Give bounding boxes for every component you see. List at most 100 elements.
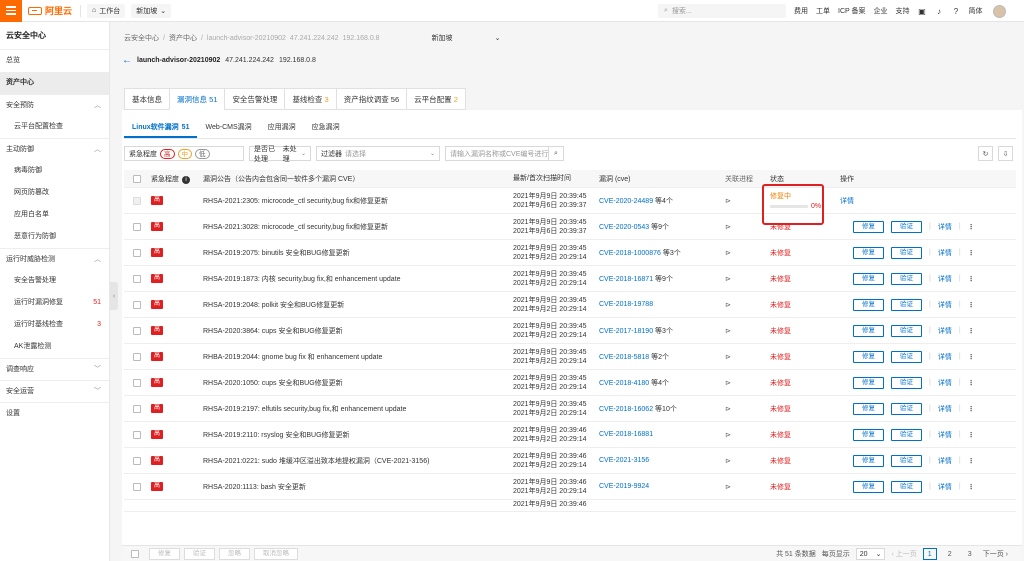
download-icon[interactable]: ⇩ bbox=[998, 146, 1013, 161]
verify-button[interactable]: 验证 bbox=[891, 428, 922, 441]
row-checkbox[interactable] bbox=[132, 300, 141, 309]
details-link[interactable]: 详情 bbox=[938, 482, 952, 492]
more-icon[interactable]: ⋮ bbox=[968, 249, 975, 257]
process-icon[interactable]: ⊳ bbox=[725, 224, 731, 231]
details-link[interactable]: 详情 bbox=[938, 456, 952, 466]
sidebar-group-investigation[interactable]: 调查响应 ﹀ bbox=[0, 358, 109, 380]
subtab-emergency[interactable]: 应急漏洞 bbox=[304, 120, 348, 138]
verify-button[interactable]: 验证 bbox=[891, 376, 922, 389]
global-search-input[interactable]: ⌕ 搜索... bbox=[658, 4, 786, 18]
handled-filter[interactable]: 是否已处理 未处理 ⌄ bbox=[249, 146, 311, 163]
verify-button[interactable]: 验证 bbox=[891, 298, 922, 311]
link-support[interactable]: 支持 bbox=[896, 6, 910, 16]
row-checkbox[interactable] bbox=[132, 222, 141, 231]
avatar[interactable] bbox=[992, 4, 1006, 18]
row-checkbox[interactable] bbox=[132, 378, 141, 387]
process-icon[interactable]: ⊳ bbox=[725, 276, 731, 283]
vuln-search-input[interactable]: 请输入漏洞名称或CVE编号进行搜索 ⌕ bbox=[445, 146, 564, 161]
fix-button[interactable]: 修复 bbox=[853, 428, 884, 441]
verify-button[interactable]: 验证 bbox=[891, 350, 922, 363]
more-icon[interactable]: ⋮ bbox=[968, 457, 975, 465]
row-checkbox[interactable] bbox=[132, 248, 141, 257]
sidebar-collapse-handle[interactable]: ‹ bbox=[110, 282, 118, 310]
fix-button[interactable]: 修复 bbox=[853, 220, 884, 233]
tab-basic-info[interactable]: 基本信息 bbox=[124, 88, 169, 110]
details-link[interactable]: 详情 bbox=[938, 274, 952, 284]
more-icon[interactable]: ⋮ bbox=[968, 327, 975, 335]
sidebar-item-virus[interactable]: 病毒防御 bbox=[0, 160, 109, 182]
breadcrumb-assets[interactable]: 资产中心 bbox=[169, 33, 197, 43]
sidebar-item-ak-leak[interactable]: AK泄露检测 bbox=[0, 336, 109, 358]
terminal-icon[interactable]: ▣ bbox=[918, 7, 927, 16]
tab-alerts[interactable]: 安全告警处理 bbox=[224, 88, 285, 110]
cve-link[interactable]: CVE-2021-3156 bbox=[599, 457, 649, 464]
region-label[interactable]: 新加坡 bbox=[432, 33, 453, 43]
fix-button[interactable]: 修复 bbox=[853, 298, 884, 311]
sidebar-item-whitelist[interactable]: 应用白名单 bbox=[0, 204, 109, 226]
help-icon[interactable]: ? bbox=[952, 7, 961, 16]
cve-link[interactable]: CVE-2018-19788 bbox=[599, 301, 653, 308]
search-icon[interactable]: ⌕ bbox=[548, 146, 563, 161]
batch-verify-button[interactable]: 验证 bbox=[184, 547, 215, 560]
refresh-icon[interactable]: ↻ bbox=[978, 146, 993, 161]
row-checkbox[interactable] bbox=[132, 404, 141, 413]
next-page-button[interactable]: 下一页 › bbox=[983, 549, 1008, 559]
chevron-down-icon[interactable]: ⌄ bbox=[495, 34, 501, 42]
verify-button[interactable]: 验证 bbox=[891, 220, 922, 233]
sidebar-item-vuln-fix[interactable]: 运行时漏洞修复 51 bbox=[0, 292, 109, 314]
footer-select-checkbox[interactable] bbox=[131, 549, 139, 558]
process-icon[interactable]: ⊳ bbox=[725, 250, 731, 257]
row-checkbox[interactable] bbox=[132, 456, 141, 465]
process-icon[interactable]: ⊳ bbox=[725, 198, 731, 205]
sidebar-item-tamper[interactable]: 网页防篡改 bbox=[0, 182, 109, 204]
link-tickets[interactable]: 工单 bbox=[816, 6, 830, 16]
details-link[interactable]: 详情 bbox=[938, 378, 952, 388]
menu-icon[interactable] bbox=[0, 0, 22, 22]
process-icon[interactable]: ⊳ bbox=[725, 354, 731, 361]
batch-fix-button[interactable]: 修复 bbox=[149, 547, 180, 560]
details-link[interactable]: 详情 bbox=[938, 300, 952, 310]
verify-button[interactable]: 验证 bbox=[891, 454, 922, 467]
fix-button[interactable]: 修复 bbox=[853, 402, 884, 415]
sidebar-group-prevention[interactable]: 安全预防 ︿ bbox=[0, 94, 109, 116]
org-selector[interactable]: 新加坡 ⌄ bbox=[131, 3, 172, 18]
link-fees[interactable]: 费用 bbox=[794, 6, 808, 16]
row-checkbox[interactable] bbox=[132, 352, 141, 361]
process-icon[interactable]: ⊳ bbox=[725, 484, 731, 491]
cve-link[interactable]: CVE-2020-0543 bbox=[599, 224, 649, 231]
more-icon[interactable]: ⋮ bbox=[968, 431, 975, 439]
sidebar-group-runtime[interactable]: 运行时威胁检测 ︿ bbox=[0, 248, 109, 270]
sev-mid-tag[interactable]: 中 bbox=[177, 148, 192, 159]
subtab-linux[interactable]: Linux软件漏洞 51 bbox=[124, 120, 198, 138]
more-icon[interactable]: ⋮ bbox=[968, 353, 975, 361]
cve-link[interactable]: CVE-2017-18190 bbox=[599, 328, 653, 335]
row-checkbox[interactable] bbox=[132, 326, 141, 335]
details-link[interactable]: 详情 bbox=[938, 352, 952, 362]
cve-link[interactable]: CVE-2019-9924 bbox=[599, 483, 649, 490]
sidebar-item-overview[interactable]: 总览 bbox=[0, 50, 109, 72]
cve-link[interactable]: CVE-2020-24489 bbox=[599, 198, 653, 205]
back-arrow-icon[interactable]: ← bbox=[122, 55, 132, 66]
page-3[interactable]: 3 bbox=[963, 548, 977, 560]
sidebar-item-baseline[interactable]: 运行时基线检查 3 bbox=[0, 314, 109, 336]
verify-button[interactable]: 验证 bbox=[891, 272, 922, 285]
tab-baseline[interactable]: 基线检查 3 bbox=[284, 88, 336, 110]
process-icon[interactable]: ⊳ bbox=[725, 302, 731, 309]
page-1[interactable]: 1 bbox=[922, 548, 937, 560]
sidebar-item-assets[interactable]: 资产中心 bbox=[0, 72, 109, 94]
process-icon[interactable]: ⊳ bbox=[725, 432, 731, 439]
more-icon[interactable]: ⋮ bbox=[968, 483, 975, 491]
condition-filter[interactable]: 过滤器 请选择 ⌄ bbox=[316, 146, 440, 161]
fix-button[interactable]: 修复 bbox=[853, 454, 884, 467]
details-link[interactable]: 详情 bbox=[938, 248, 952, 258]
sidebar-item-cloud-config[interactable]: 云平台配置检查 bbox=[0, 116, 109, 138]
row-checkbox[interactable] bbox=[132, 430, 141, 439]
tab-vulnerabilities[interactable]: 漏洞信息 51 bbox=[169, 88, 225, 110]
process-icon[interactable]: ⊳ bbox=[725, 328, 731, 335]
batch-ignore-button[interactable]: 忽略 bbox=[219, 547, 250, 560]
details-link[interactable]: 详情 bbox=[938, 404, 952, 414]
tab-fingerprint[interactable]: 资产指纹调查 56 bbox=[335, 88, 407, 110]
fix-button[interactable]: 修复 bbox=[853, 350, 884, 363]
sidebar-item-malicious[interactable]: 恶意行为防御 bbox=[0, 226, 109, 248]
details-link[interactable]: 详情 bbox=[938, 222, 952, 232]
